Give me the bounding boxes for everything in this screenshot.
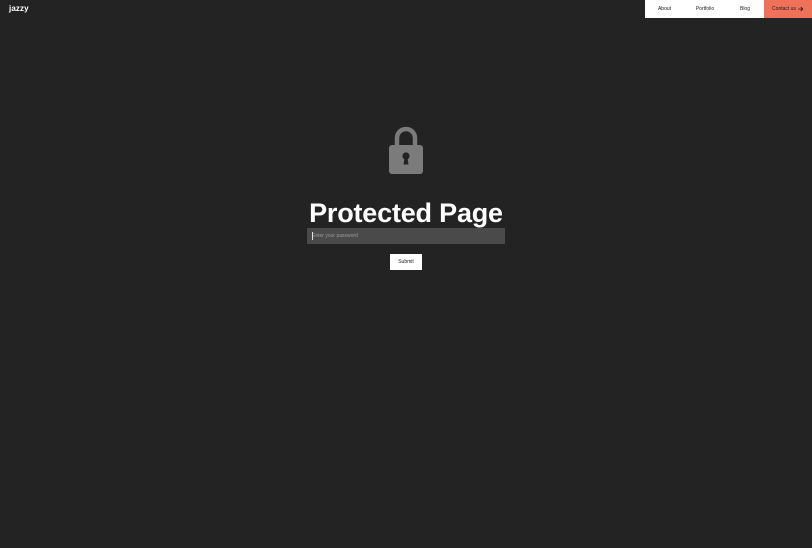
nav-link-blog[interactable]: Blog bbox=[726, 0, 764, 18]
contact-us-button[interactable]: Contact us bbox=[764, 0, 812, 18]
password-input[interactable] bbox=[307, 228, 505, 244]
arrow-right-icon bbox=[798, 6, 804, 12]
submit-button[interactable]: Submit bbox=[390, 254, 422, 270]
logo[interactable]: jazzy bbox=[9, 4, 29, 13]
top-nav: About Portfolio Blog Contact us bbox=[645, 0, 812, 18]
page-title: Protected Page bbox=[309, 198, 503, 229]
nav-link-about[interactable]: About bbox=[645, 0, 684, 18]
nav-link-portfolio[interactable]: Portfolio bbox=[684, 0, 726, 18]
contact-us-label: Contact us bbox=[772, 6, 796, 12]
text-cursor bbox=[312, 232, 313, 240]
lock-icon bbox=[389, 126, 423, 174]
